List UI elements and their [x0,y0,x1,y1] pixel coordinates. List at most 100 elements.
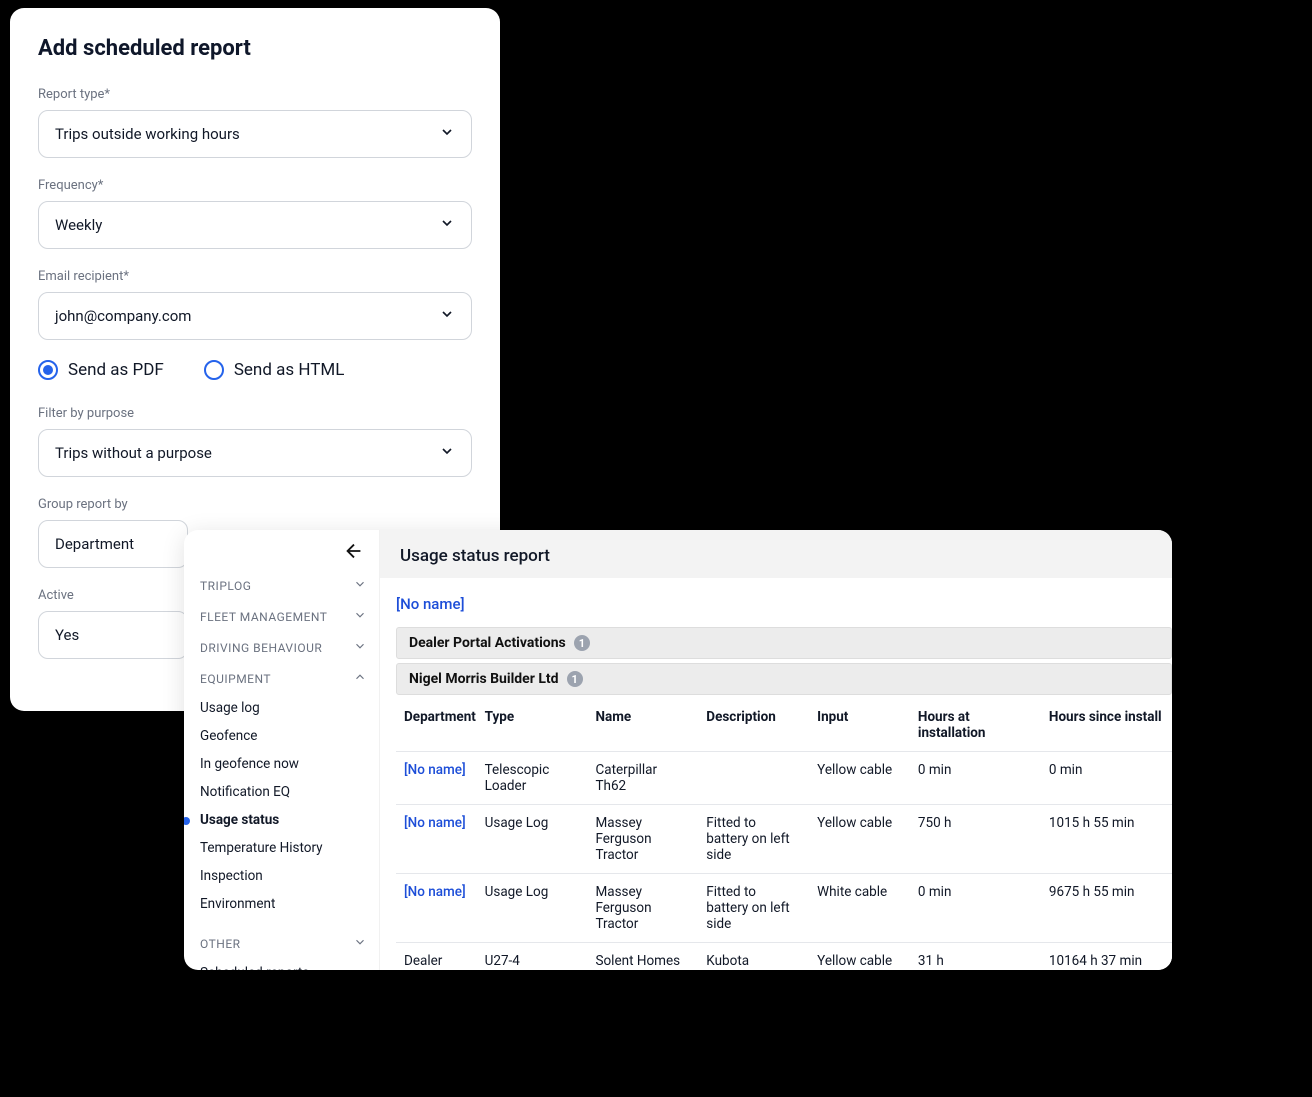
col-description: Description [698,699,809,752]
section-equipment[interactable]: EQUIPMENT [200,663,371,694]
cell-type: Usage Log [477,874,588,943]
modal-title: Add scheduled report [38,36,472,61]
cell-hours-install: 0 min [910,752,1041,805]
back-arrow-icon[interactable] [343,540,365,566]
email-label: Email recipient* [38,269,472,284]
cell-hours-install: 31 h [910,943,1041,971]
nav-inspection[interactable]: Inspection [200,862,371,890]
frequency-select[interactable]: Weekly [38,201,472,249]
frequency-value: Weekly [55,216,102,234]
cell-type: Telescopic Loader [477,752,588,805]
cell-input: Yellow cable [809,752,910,805]
cell-department[interactable]: [No name] [396,874,477,943]
group-name: Nigel Morris Builder Ltd [409,671,559,687]
table-row: [No name]Usage LogMassey Ferguson Tracto… [396,805,1172,874]
group-by-select[interactable]: Department [38,520,188,568]
cell-description [698,752,809,805]
cell-type: U27-4 [477,943,588,971]
report-body: [No name] Dealer Portal Activations 1 Ni… [380,578,1172,970]
cell-input: Yellow cable [809,805,910,874]
frequency-label: Frequency* [38,178,472,193]
cell-input: White cable [809,874,910,943]
cell-input: Yellow cable [809,943,910,971]
active-select[interactable]: Yes [38,611,188,659]
format-html-radio[interactable]: Send as HTML [204,360,345,380]
cell-hours-install: 0 min [910,874,1041,943]
col-name: Name [587,699,698,752]
report-title: Usage status report [400,546,1152,566]
nav-usage-status[interactable]: Usage status [200,806,371,834]
active-value: Yes [55,626,79,644]
usage-table: Department Type Name Description Input H… [396,699,1172,970]
section-label: EQUIPMENT [200,672,271,686]
cell-type: Usage Log [477,805,588,874]
format-pdf-radio[interactable]: Send as PDF [38,360,164,380]
radio-selected-icon [38,360,58,380]
report-type-value: Trips outside working hours [55,125,240,143]
radio-unselected-icon [204,360,224,380]
col-input: Input [809,699,910,752]
table-row: Dealer PortalU27-4Solent HomesKubotaYell… [396,943,1172,971]
nav-in-geofence-now[interactable]: In geofence now [200,750,371,778]
chevron-down-icon [353,639,367,656]
report-sidebar: TRIPLOG FLEET MANAGEMENT DRIVING BEHAVIO… [184,530,380,970]
section-driving[interactable]: DRIVING BEHAVIOUR [200,632,371,663]
section-label: DRIVING BEHAVIOUR [200,641,322,655]
chevron-down-icon [353,608,367,625]
col-type: Type [477,699,588,752]
section-other[interactable]: OTHER [200,928,371,959]
filter-purpose-label: Filter by purpose [38,406,472,421]
email-value: john@company.com [55,307,191,325]
chevron-down-icon [439,215,455,235]
section-label: TRIPLOG [200,579,251,593]
cell-hours-since: 10164 h 37 min [1041,943,1172,971]
section-triplog[interactable]: TRIPLOG [200,570,371,601]
nav-temperature-history[interactable]: Temperature History [200,834,371,862]
report-header: Usage status report [380,530,1172,578]
noname-link[interactable]: [No name] [396,595,465,613]
usage-report-panel: TRIPLOG FLEET MANAGEMENT DRIVING BEHAVIO… [184,530,1172,970]
table-row: [No name]Telescopic LoaderCaterpillar Th… [396,752,1172,805]
chevron-down-icon [439,443,455,463]
cell-hours-since: 1015 h 55 min [1041,805,1172,874]
group-count-badge: 1 [574,635,590,651]
table-header-row: Department Type Name Description Input H… [396,699,1172,752]
nav-environment[interactable]: Environment [200,890,371,918]
col-department: Department [396,699,477,752]
chevron-down-icon [439,306,455,326]
cell-name: Caterpillar Th62 [587,752,698,805]
table-row: [No name]Usage LogMassey Ferguson Tracto… [396,874,1172,943]
group-name: Dealer Portal Activations [409,635,566,651]
cell-hours-since: 9675 h 55 min [1041,874,1172,943]
format-pdf-label: Send as PDF [68,360,164,380]
cell-name: Solent Homes [587,943,698,971]
cell-department[interactable]: [No name] [396,805,477,874]
group-dealer-portal-activations[interactable]: Dealer Portal Activations 1 [396,627,1172,659]
section-label: FLEET MANAGEMENT [200,610,327,624]
sidebar-sections: TRIPLOG FLEET MANAGEMENT DRIVING BEHAVIO… [200,570,371,970]
nav-notification-eq[interactable]: Notification EQ [200,778,371,806]
email-select[interactable]: john@company.com [38,292,472,340]
cell-department: Dealer Portal [396,943,477,971]
report-main: Usage status report [No name] Dealer Por… [380,530,1172,970]
cell-hours-since: 0 min [1041,752,1172,805]
chevron-down-icon [353,577,367,594]
group-nigel-morris[interactable]: Nigel Morris Builder Ltd 1 [396,663,1172,695]
group-count-badge: 1 [567,671,583,687]
nav-usage-log[interactable]: Usage log [200,694,371,722]
nav-scheduled-reports[interactable]: Scheduled reports [200,959,371,970]
cell-description: Fitted to battery on left side [698,874,809,943]
format-html-label: Send as HTML [234,360,345,380]
section-fleet[interactable]: FLEET MANAGEMENT [200,601,371,632]
report-type-label: Report type* [38,87,472,102]
cell-department[interactable]: [No name] [396,752,477,805]
chevron-down-icon [353,935,367,952]
cell-description: Fitted to battery on left side [698,805,809,874]
section-label: OTHER [200,937,241,951]
cell-name: Massey Ferguson Tractor [587,874,698,943]
report-type-select[interactable]: Trips outside working hours [38,110,472,158]
filter-purpose-value: Trips without a purpose [55,444,212,462]
group-by-value: Department [55,535,134,553]
nav-geofence[interactable]: Geofence [200,722,371,750]
filter-purpose-select[interactable]: Trips without a purpose [38,429,472,477]
